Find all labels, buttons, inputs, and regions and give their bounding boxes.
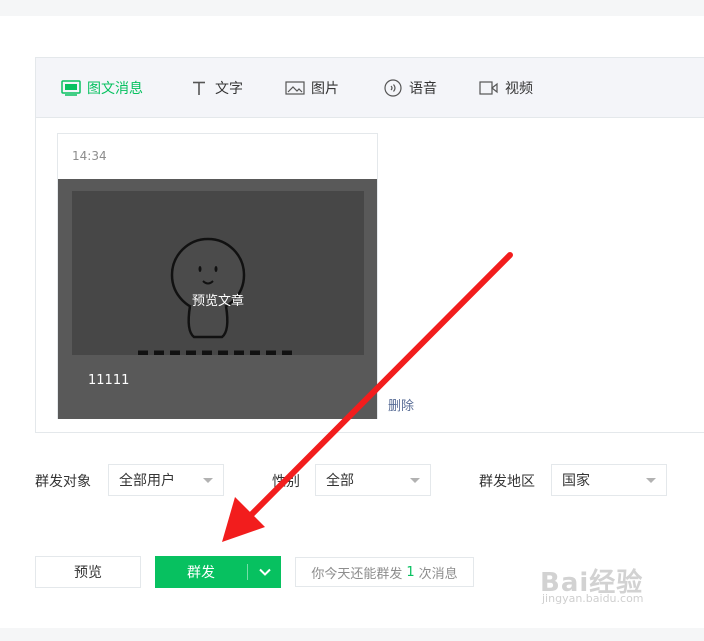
tab-image-label: 图片 [311, 81, 339, 97]
text-icon [189, 78, 209, 98]
article-title: 11111 [88, 373, 130, 388]
send-dropdown-toggle[interactable] [248, 568, 281, 576]
tab-image[interactable]: 图片 [285, 58, 339, 118]
tab-text[interactable]: 文字 [189, 58, 243, 118]
article-time: 14:34 [72, 149, 107, 163]
target-value: 全部用户 [119, 473, 175, 489]
watermark-site: jingyan.baidu.com [542, 592, 644, 605]
tab-voice[interactable]: 语音 [383, 58, 437, 118]
article-card[interactable]: 14:34 预览文章 11111 [57, 133, 378, 419]
region-label: 群发地区 [479, 474, 535, 490]
voice-icon [383, 78, 403, 98]
video-icon [479, 78, 499, 98]
region-select[interactable]: 国家 [551, 464, 667, 496]
quota-prefix: 你今天还能群发 [311, 566, 403, 582]
cover-illustration [138, 237, 298, 355]
message-type-tabs: 图文消息 文字 图片 语音 视频 [36, 58, 704, 118]
preview-button-label: 预览 [74, 565, 102, 581]
tab-text-label: 文字 [215, 81, 243, 97]
image-icon [285, 78, 305, 98]
send-quota-tip: 你今天还能群发 1 次消息 [295, 557, 474, 587]
tab-voice-label: 语音 [409, 81, 437, 97]
gender-label: 性别 [272, 474, 300, 490]
article-cover-image: 预览文章 [72, 191, 364, 355]
target-select[interactable]: 全部用户 [108, 464, 224, 496]
message-editor: 图文消息 文字 图片 语音 视频 14:34 预览文章 11111 删除 [35, 57, 704, 433]
region-value: 国家 [562, 473, 590, 489]
article-hover-overlay[interactable]: 预览文章 11111 [58, 179, 377, 419]
tab-video-label: 视频 [505, 81, 533, 97]
tab-article[interactable]: 图文消息 [61, 58, 143, 118]
send-button-label: 群发 [187, 565, 215, 581]
tab-video[interactable]: 视频 [479, 58, 533, 118]
preview-article-label: 预览文章 [191, 294, 244, 309]
tab-article-label: 图文消息 [87, 81, 143, 97]
send-button[interactable]: 群发 [155, 556, 281, 588]
quota-suffix: 次消息 [418, 566, 458, 582]
watermark: Bai经验 jingyan.baidu.com [540, 562, 700, 612]
preview-button[interactable]: 预览 [35, 556, 141, 588]
chevron-down-icon [203, 478, 213, 483]
bottom-strip [0, 628, 704, 641]
quota-count: 1 [406, 564, 415, 580]
gender-select[interactable]: 全部 [315, 464, 431, 496]
chevron-down-icon [258, 568, 271, 576]
delete-link[interactable]: 删除 [388, 395, 414, 414]
gender-value: 全部 [326, 473, 354, 489]
top-strip [0, 0, 704, 16]
target-label: 群发对象 [35, 474, 91, 490]
article-icon [61, 78, 81, 98]
chevron-down-icon [410, 478, 420, 483]
chevron-down-icon [646, 478, 656, 483]
